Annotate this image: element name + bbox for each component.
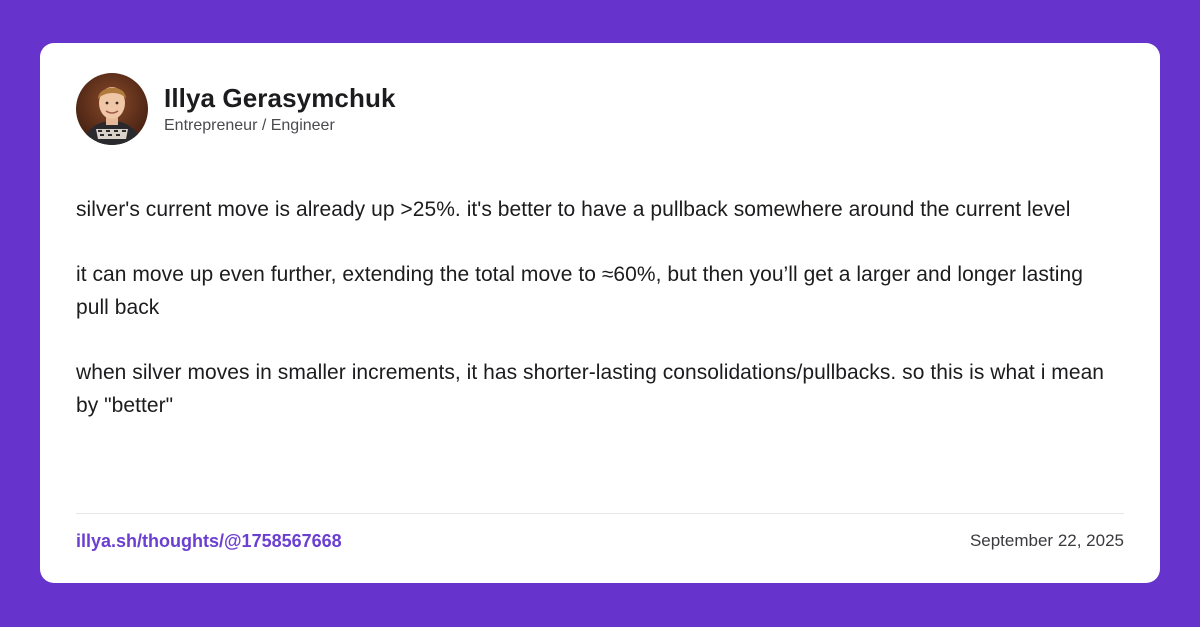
author-identity: Illya Gerasymchuk Entrepreneur / Enginee…	[164, 82, 396, 137]
post-permalink[interactable]: illya.sh/thoughts/@1758567668	[76, 529, 342, 553]
post-paragraph-2: it can move up even further, extending t…	[76, 263, 1083, 319]
footer-divider	[76, 513, 1124, 514]
author-role: Entrepreneur / Engineer	[164, 116, 335, 134]
author-name: Illya Gerasymchuk	[164, 82, 396, 113]
avatar-photo-icon	[76, 73, 148, 145]
post-paragraph-3: when silver moves in smaller increments,…	[76, 361, 1105, 417]
post-date: September 22, 2025	[969, 531, 1124, 550]
post-card: Illya Gerasymchuk Entrepreneur / Enginee…	[40, 43, 1160, 583]
avatar	[76, 73, 148, 145]
author-header: Illya Gerasymchuk Entrepreneur / Enginee…	[76, 73, 396, 145]
post-paragraph-1: silver's current move is already up >25%…	[76, 198, 1071, 221]
post-body: silver's current move is already up >25%…	[76, 193, 1116, 454]
